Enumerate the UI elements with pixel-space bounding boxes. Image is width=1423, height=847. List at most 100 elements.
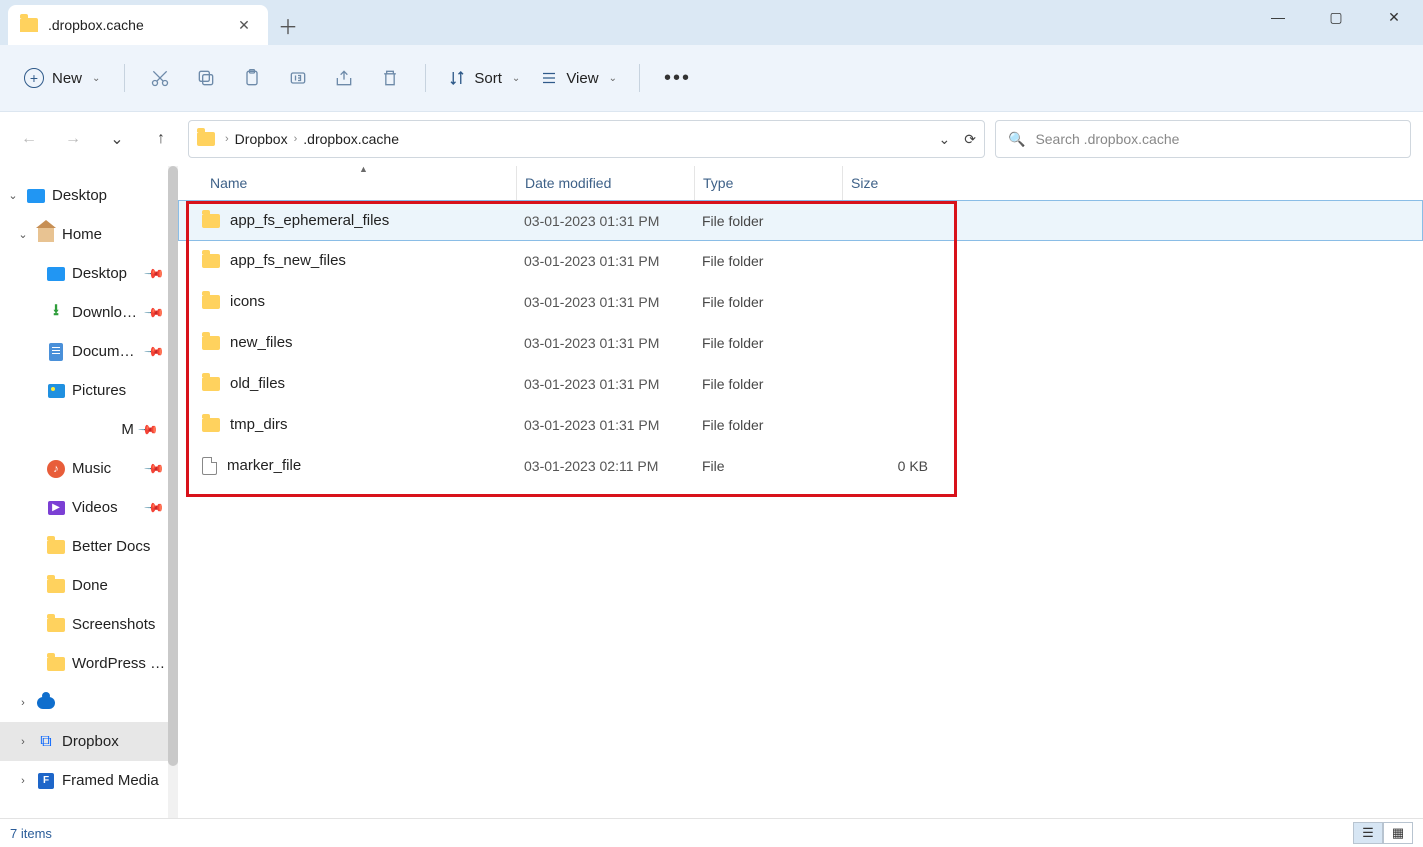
column-name[interactable]: Name ▲: [202, 166, 516, 200]
new-tab-button[interactable]: ＋: [268, 5, 308, 45]
file-row[interactable]: tmp_dirs03-01-2023 01:31 PMFile folder: [178, 404, 1423, 445]
column-type[interactable]: Type: [694, 166, 842, 200]
new-button[interactable]: + New ⌄: [14, 62, 110, 94]
music-icon: ♪: [47, 460, 65, 478]
column-label: Type: [703, 175, 733, 191]
file-row[interactable]: marker_file03-01-2023 02:11 PMFile0 KB: [178, 445, 1423, 486]
tree-wordpress[interactable]: WordPress Pins: [0, 644, 168, 683]
tree-onedrive[interactable]: ›: [0, 683, 168, 722]
cell-name: icons: [202, 293, 516, 310]
tree-item-m[interactable]: M 📌: [0, 410, 168, 449]
breadcrumb-segment[interactable]: Dropbox: [235, 131, 288, 147]
file-row[interactable]: app_fs_new_files03-01-2023 01:31 PMFile …: [178, 240, 1423, 281]
tree-desktop[interactable]: ⌄ Desktop: [0, 176, 168, 215]
tree-label: Pictures: [72, 382, 168, 399]
window-controls: — ▢ ✕: [1249, 0, 1423, 45]
tree-dropbox[interactable]: › ⧉ Dropbox: [0, 722, 168, 761]
tree-documents[interactable]: Documents 📌: [0, 332, 168, 371]
cut-button[interactable]: [139, 58, 181, 98]
cell-type: File folder: [694, 335, 842, 351]
file-list: Name ▲ Date modified Type Size app_fs_ep…: [178, 166, 1423, 818]
title-bar: .dropbox.cache ✕ ＋ — ▢ ✕: [0, 0, 1423, 45]
tree-done[interactable]: Done: [0, 566, 168, 605]
body-split: ⌄ Desktop ⌄ Home Desktop 📌 ⭳ Downloads 📌: [0, 166, 1423, 818]
search-box[interactable]: 🔍: [995, 120, 1411, 158]
paste-button[interactable]: [231, 58, 273, 98]
home-icon: [38, 228, 54, 242]
cell-name: marker_file: [202, 457, 516, 475]
cell-name: app_fs_ephemeral_files: [202, 212, 516, 229]
copy-button[interactable]: [185, 58, 227, 98]
search-input[interactable]: [1035, 131, 1398, 147]
file-name: app_fs_ephemeral_files: [230, 212, 389, 229]
view-button[interactable]: View ⌄: [532, 63, 625, 93]
scrollbar-thumb[interactable]: [168, 166, 178, 766]
pictures-icon: [48, 384, 65, 398]
tree-downloads[interactable]: ⭳ Downloads 📌: [0, 293, 168, 332]
chevron-down-icon[interactable]: ⌄: [6, 189, 20, 202]
file-row[interactable]: icons03-01-2023 01:31 PMFile folder: [178, 281, 1423, 322]
plus-circle-icon: +: [24, 68, 44, 88]
column-date[interactable]: Date modified: [516, 166, 694, 200]
cell-type: File folder: [694, 294, 842, 310]
cell-date: 03-01-2023 01:31 PM: [516, 417, 694, 433]
file-row[interactable]: new_files03-01-2023 01:31 PMFile folder: [178, 322, 1423, 363]
share-button[interactable]: [323, 58, 365, 98]
back-button[interactable]: ←: [12, 122, 46, 156]
tree-screenshots[interactable]: Screenshots: [0, 605, 168, 644]
tree-label: Screenshots: [72, 616, 168, 633]
icons-view-button[interactable]: ▦: [1383, 822, 1413, 844]
rename-button[interactable]: [277, 58, 319, 98]
tab-current[interactable]: .dropbox.cache ✕: [8, 5, 268, 45]
status-text: 7 items: [10, 826, 52, 841]
chevron-right-icon: ›: [294, 133, 298, 145]
file-row[interactable]: old_files03-01-2023 01:31 PMFile folder: [178, 363, 1423, 404]
address-bar[interactable]: › Dropbox › .dropbox.cache ⌄ ⟳: [188, 120, 985, 158]
tree-label: Desktop: [72, 265, 140, 282]
tree-home[interactable]: ⌄ Home: [0, 215, 168, 254]
separator: [639, 64, 640, 92]
chevron-down-icon[interactable]: ⌄: [939, 131, 951, 148]
forward-button[interactable]: →: [56, 122, 90, 156]
tree-scrollbar[interactable]: [168, 166, 178, 818]
chevron-down-icon: ⌄: [92, 73, 100, 84]
tree-videos[interactable]: ▶ Videos 📌: [0, 488, 168, 527]
document-icon: [49, 343, 63, 361]
cell-name: tmp_dirs: [202, 416, 516, 433]
videos-icon: ▶: [48, 501, 65, 515]
chevron-down-icon[interactable]: ⌄: [16, 228, 30, 241]
up-button[interactable]: ↑: [144, 122, 178, 156]
sort-button[interactable]: Sort ⌄: [440, 63, 528, 93]
cell-date: 03-01-2023 01:31 PM: [516, 335, 694, 351]
more-button[interactable]: •••: [654, 67, 701, 90]
tree-label: Desktop: [52, 187, 168, 204]
pin-icon: 📌: [143, 340, 166, 363]
address-actions: ⌄ ⟳: [939, 131, 976, 148]
toolbar: + New ⌄ Sort ⌄ View ⌄ •••: [0, 45, 1423, 112]
tree-music[interactable]: ♪ Music 📌: [0, 449, 168, 488]
delete-button[interactable]: [369, 58, 411, 98]
navigation-pane[interactable]: ⌄ Desktop ⌄ Home Desktop 📌 ⭳ Downloads 📌: [0, 166, 168, 818]
tree-betterdocs[interactable]: Better Docs: [0, 527, 168, 566]
tree-label: Better Docs: [72, 538, 168, 555]
folder-icon: [47, 579, 65, 593]
minimize-button[interactable]: —: [1249, 0, 1307, 34]
details-view-button[interactable]: ☰: [1353, 822, 1383, 844]
maximize-button[interactable]: ▢: [1307, 0, 1365, 34]
refresh-button[interactable]: ⟳: [964, 131, 976, 148]
chevron-right-icon[interactable]: ›: [16, 736, 30, 748]
tree-framed[interactable]: › F Framed Media: [0, 761, 168, 800]
folder-icon: [202, 295, 220, 309]
chevron-right-icon[interactable]: ›: [16, 697, 30, 709]
cell-size: 0 KB: [842, 458, 940, 474]
recent-locations-button[interactable]: ⌄: [100, 122, 134, 156]
tree-pictures[interactable]: Pictures: [0, 371, 168, 410]
file-row[interactable]: app_fs_ephemeral_files03-01-2023 01:31 P…: [178, 200, 1423, 241]
column-size[interactable]: Size: [842, 166, 940, 200]
close-window-button[interactable]: ✕: [1365, 0, 1423, 34]
breadcrumb-segment[interactable]: .dropbox.cache: [303, 131, 399, 147]
close-tab-button[interactable]: ✕: [232, 13, 256, 37]
chevron-right-icon[interactable]: ›: [16, 775, 30, 787]
tree-desktop-pinned[interactable]: Desktop 📌: [0, 254, 168, 293]
tree-label: Downloads: [72, 304, 140, 321]
